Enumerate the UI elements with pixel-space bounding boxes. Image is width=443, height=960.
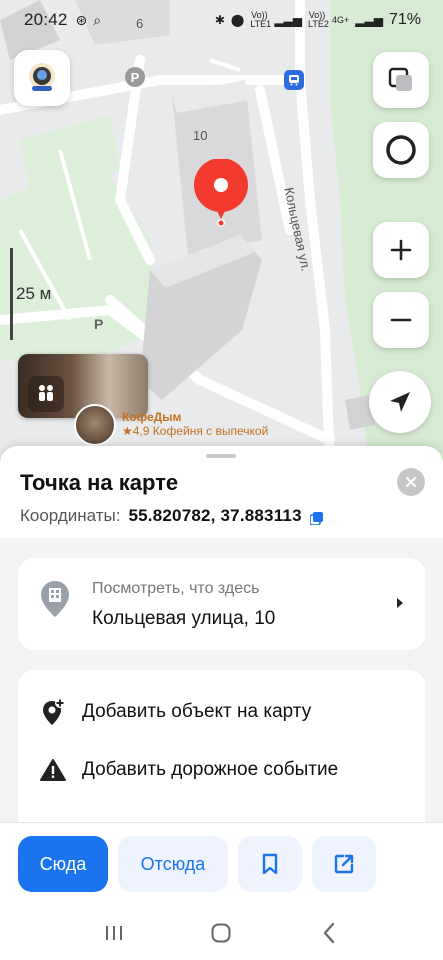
poi-rating: ★4,9 Кофейня с выпечкой [122,424,269,438]
sheet-grabber[interactable] [206,454,236,458]
parking-icon[interactable]: P [125,67,145,87]
sheet-header: Точка на карте Координаты: 55.820782, 37… [0,446,443,538]
recents-icon [105,926,122,940]
map-pin-plus-icon [38,698,68,726]
address-subtitle: Посмотреть, что здесь [92,580,260,597]
alice-ring-icon [386,135,416,165]
minus-icon [390,318,412,322]
layers-button[interactable] [373,52,429,108]
street-view-icon [28,376,64,412]
copy-icon[interactable] [308,510,323,526]
sheet-title: Точка на карте [20,470,179,495]
house-number-6: 6 [136,16,144,31]
search-icon: ⌕ [93,11,102,28]
lte2-label: Vo)) LTE2 [308,10,329,29]
bluetooth-icon: ✱ [214,13,225,27]
address-text: Кольцевая улица, 10 [92,608,276,629]
signal-icon: ▂▃▅ [274,13,303,27]
building-pin-icon [40,580,70,623]
close-icon [405,476,417,488]
actions-card: Добавить объект на карту Добавить дорожн… [18,670,425,840]
add-road-event-label: Добавить дорожное событие [82,759,339,780]
poi-name[interactable]: КофеДым [122,410,181,424]
recents-button[interactable] [94,913,134,953]
bookmark-button[interactable] [238,836,302,892]
back-icon [324,922,335,944]
profile-button[interactable] [14,50,70,106]
bus-stop-icon[interactable] [284,70,304,90]
my-location-button[interactable] [369,371,431,433]
status-left-icons: ⊛ ⌕ [76,12,102,29]
coordinates-row[interactable]: Координаты: 55.820782, 37.883113 [20,506,423,526]
status-time: 20:42 [24,10,68,29]
poi-avatar[interactable] [74,404,116,446]
map-pin-icon[interactable] [193,158,249,229]
lte1-label: Vo)) LTE1 [250,10,272,29]
map-scale-bar [10,248,13,340]
signal-icon-2: ▂▃▅ [355,13,383,27]
share-button[interactable] [312,836,376,892]
4g-label: 4G+ [332,14,350,25]
warning-icon [38,758,68,782]
status-right: ✱ ⬤ Vo)) LTE1 ▂▃▅ Vo)) LTE2 4G+ ▂▃▅ 71% [215,11,421,29]
route-here-button[interactable]: Сюда [18,836,108,892]
bookmark-icon [262,853,278,875]
share-icon [334,854,354,874]
home-icon [211,923,231,943]
close-button[interactable] [397,468,425,496]
system-nav-bar [0,906,443,960]
back-button[interactable] [309,913,349,953]
zoom-in-button[interactable] [373,222,429,278]
plus-icon [390,239,412,261]
chevron-right-icon [397,598,403,608]
route-from-button[interactable]: Отсюда [118,836,228,892]
coordinates-value[interactable]: 55.820782, 37.883113 [129,506,302,526]
home-button[interactable] [201,913,241,953]
coordinates-label: Координаты: [20,506,121,525]
add-road-event-action[interactable]: Добавить дорожное событие [18,742,425,798]
house-number: 10 [193,128,208,143]
zoom-out-button[interactable] [373,292,429,348]
route-actions-bar: Сюда Отсюда [0,822,443,906]
map-view[interactable]: 20:42 ⊛ ⌕ ✱ ⬤ Vo)) LTE1 ▂▃▅ Vo)) LTE2 4G… [0,0,443,470]
navigation-arrow-icon [390,392,410,412]
map-scale-label: 25 м [16,284,52,303]
layers-icon [388,67,412,91]
location-icon: ⬤ [230,13,245,27]
add-object-action[interactable]: Добавить объект на карту [18,684,425,740]
battery-level: 71% [388,11,421,28]
alice-voice-button[interactable] [373,122,429,178]
sync-icon: ⊛ [75,11,88,28]
parking-label: P [94,316,104,332]
alice-icon [29,63,55,91]
status-bar: 20:42 ⊛ ⌕ ✱ ⬤ Vo)) LTE1 ▂▃▅ Vo)) LTE2 4G… [0,0,443,40]
add-object-label: Добавить объект на карту [82,701,312,722]
address-card[interactable]: Посмотреть, что здесь Кольцевая улица, 1… [18,558,425,650]
